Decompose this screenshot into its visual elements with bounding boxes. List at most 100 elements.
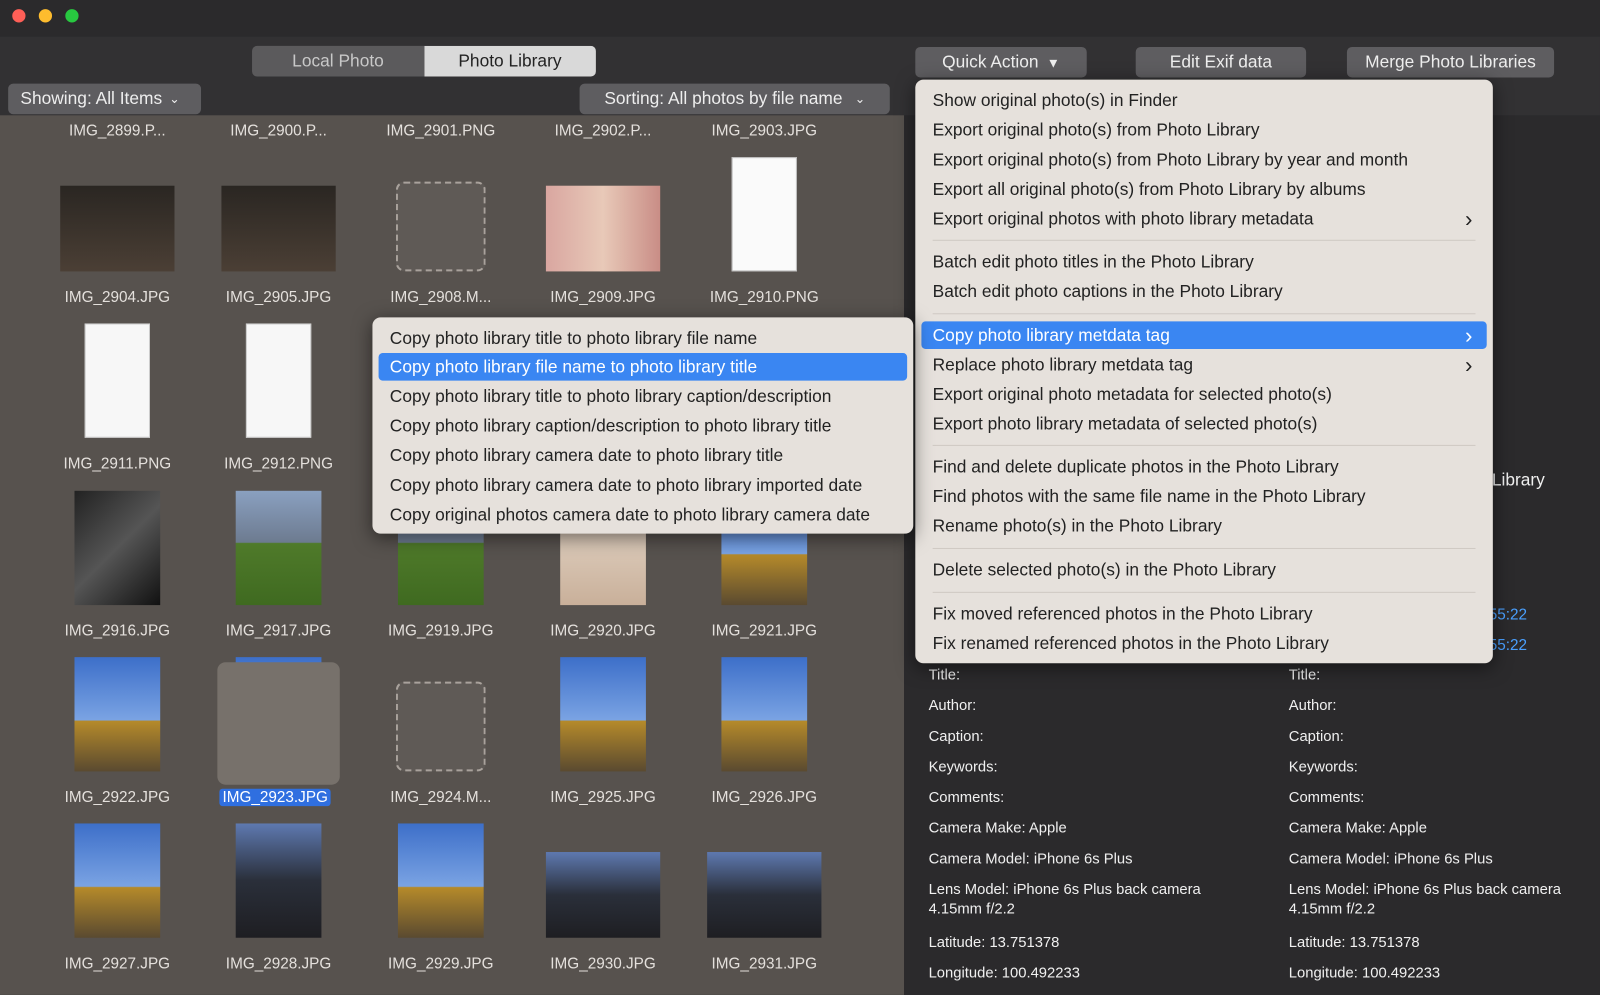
metadata-field: Camera Make: Apple — [1288, 820, 1427, 837]
menu-item[interactable]: Export original photo(s) from Photo Libr… — [921, 116, 1486, 144]
photo-filename[interactable]: IMG_2930.JPG — [527, 955, 680, 972]
photo-thumbnail[interactable] — [235, 490, 322, 606]
photo-thumbnail[interactable] — [74, 490, 161, 606]
sorting-dropdown[interactable]: Sorting: All photos by file name ⌄ — [579, 83, 890, 115]
photo-filename[interactable]: IMG_2902.P... — [527, 122, 680, 139]
menu-item[interactable]: Export original photo(s) from Photo Libr… — [921, 146, 1486, 174]
menu-item[interactable]: Copy photo library title to photo librar… — [379, 383, 908, 411]
photo-filename[interactable]: IMG_2904.JPG — [41, 289, 194, 306]
menu-item[interactable]: Fix moved referenced photos in the Photo… — [921, 600, 1486, 628]
photo-filename[interactable]: IMG_2929.JPG — [364, 955, 517, 972]
photo-filename[interactable]: IMG_2931.JPG — [688, 955, 841, 972]
menu-item[interactable]: Delete selected photo(s) in the Photo Li… — [921, 556, 1486, 584]
photo-filename[interactable]: IMG_2919.JPG — [364, 622, 517, 639]
metadata-field: Title: — [928, 667, 961, 684]
photo-filename[interactable]: IMG_2903.JPG — [688, 122, 841, 139]
photo-thumbnail[interactable] — [731, 157, 797, 272]
menu-item[interactable]: Export original photo metadata for selec… — [921, 381, 1486, 409]
photo-thumbnail[interactable] — [397, 823, 484, 938]
photo-filename[interactable]: IMG_2911.PNG — [41, 455, 194, 472]
chevron-right-icon: › — [1464, 351, 1473, 378]
date-link[interactable]: 55:22 — [1489, 636, 1527, 655]
menu-item-label: Copy photo library camera date to photo … — [389, 445, 784, 465]
photo-thumbnail[interactable] — [395, 681, 486, 772]
date-link[interactable]: 55:22 — [1489, 605, 1527, 624]
menu-item[interactable]: Copy original photos camera date to phot… — [379, 501, 908, 529]
photo-filename[interactable]: IMG_2899.P... — [41, 122, 194, 139]
copy-metadata-submenu: Copy photo library title to photo librar… — [372, 317, 914, 534]
photo-filename[interactable]: IMG_2917.JPG — [202, 622, 355, 639]
photo-filename[interactable]: IMG_2905.JPG — [202, 289, 355, 306]
menu-item[interactable]: Export original photos with photo librar… — [921, 205, 1486, 233]
photo-thumbnail[interactable] — [707, 852, 822, 938]
photo-thumbnail[interactable] — [545, 185, 661, 272]
panel-heading-fragment: Library — [1491, 470, 1545, 490]
photo-filename[interactable]: IMG_2920.JPG — [527, 622, 680, 639]
photo-filename[interactable]: IMG_2910.PNG — [688, 289, 841, 306]
photo-thumbnail[interactable] — [74, 657, 161, 772]
menu-item[interactable]: Export all original photo(s) from Photo … — [921, 176, 1486, 204]
metadata-field: Lens Model: iPhone 6s Plus back camera 4… — [1288, 881, 1562, 918]
title-bar — [0, 0, 1600, 37]
menu-item[interactable]: Batch edit photo captions in the Photo L… — [921, 278, 1486, 306]
photo-thumbnail[interactable] — [60, 185, 175, 272]
menu-item[interactable]: Find and delete duplicate photos in the … — [921, 453, 1486, 481]
photo-filename[interactable]: IMG_2928.JPG — [202, 955, 355, 972]
app-window: Local Photo Photo Library Quick Action ▼… — [0, 0, 1600, 995]
menu-item[interactable]: Replace photo library metdata tag › — [921, 351, 1486, 379]
photo-thumbnail[interactable] — [235, 823, 322, 938]
photo-filename[interactable]: IMG_2908.M... — [364, 289, 517, 306]
photo-filename[interactable]: IMG_2909.JPG — [527, 289, 680, 306]
merge-libraries-button[interactable]: Merge Photo Libraries — [1346, 46, 1555, 78]
photo-filename[interactable]: IMG_2924.M... — [364, 789, 517, 806]
menu-item[interactable]: Copy photo library camera date to photo … — [379, 442, 908, 470]
photo-thumbnail[interactable] — [395, 181, 486, 272]
edit-exif-button[interactable]: Edit Exif data — [1135, 46, 1307, 78]
zoom-button[interactable] — [65, 9, 79, 23]
menu-item-label: Copy photo library metdata tag — [932, 324, 1170, 345]
menu-item[interactable]: Find photos with the same file name in t… — [921, 483, 1486, 511]
photo-thumbnail[interactable] — [245, 323, 312, 438]
photo-filename[interactable]: IMG_2927.JPG — [41, 955, 194, 972]
photo-filename[interactable]: IMG_2912.PNG — [202, 455, 355, 472]
photo-filename[interactable]: IMG_2922.JPG — [41, 789, 194, 806]
menu-item[interactable]: Copy photo library camera date to photo … — [379, 471, 908, 499]
metadata-field: Author: — [1288, 697, 1337, 715]
menu-item[interactable]: Copy photo library file name to photo li… — [378, 353, 908, 381]
minimize-button[interactable] — [38, 9, 53, 23]
photo-thumbnail[interactable] — [221, 185, 336, 272]
photo-thumbnail[interactable] — [74, 823, 161, 938]
menu-item[interactable]: Fix renamed referenced photos in the Pho… — [921, 630, 1486, 658]
photo-filename[interactable]: IMG_2916.JPG — [41, 622, 194, 639]
metadata-field: Caption: — [1288, 728, 1344, 745]
menu-item[interactable]: Copy photo library title to photo librar… — [379, 324, 908, 352]
menu-item[interactable]: Export photo library metadata of selecte… — [921, 410, 1486, 438]
menu-item[interactable]: Batch edit photo titles in the Photo Lib… — [921, 248, 1486, 276]
photo-filename[interactable]: IMG_2923.JPG — [219, 788, 332, 807]
quick-action-button[interactable]: Quick Action ▼ — [915, 46, 1087, 78]
chevron-right-icon: › — [1464, 205, 1473, 232]
close-button[interactable] — [12, 9, 26, 23]
photo-filename[interactable]: IMG_2901.PNG — [364, 122, 517, 139]
photo-thumbnail[interactable] — [721, 657, 808, 772]
photo-grid: IMG_2899.P... IMG_2900.P... IMG_2901.PNG IM… — [0, 115, 905, 995]
showing-filter-dropdown[interactable]: Showing: All Items ⌄ — [8, 83, 202, 115]
tab-local-photo[interactable]: Local Photo — [252, 46, 424, 77]
photo-filename[interactable]: IMG_2926.JPG — [688, 789, 841, 806]
photo-filename[interactable]: IMG_2925.JPG — [527, 789, 680, 806]
tab-photo-library[interactable]: Photo Library — [423, 45, 596, 77]
photo-filename[interactable]: IMG_2900.P... — [202, 122, 355, 139]
menu-item[interactable]: Copy photo library caption/description t… — [379, 412, 908, 440]
selection-highlight — [217, 662, 340, 785]
photo-thumbnail[interactable] — [545, 852, 661, 938]
menu-item[interactable]: Rename photo(s) in the Photo Library — [921, 512, 1486, 540]
metadata-field: Keywords: — [928, 759, 998, 776]
metadata-field: Longitude: 100.492233 — [928, 965, 1080, 982]
menu-item[interactable]: Show original photo(s) in Finder — [921, 87, 1486, 115]
menu-divider — [932, 444, 1476, 446]
photo-thumbnail[interactable] — [560, 657, 646, 772]
photo-filename[interactable]: IMG_2921.JPG — [688, 622, 841, 639]
menu-item[interactable]: Copy photo library metdata tag › — [921, 321, 1487, 349]
quick-action-label: Quick Action — [942, 52, 1039, 72]
photo-thumbnail[interactable] — [84, 323, 150, 438]
